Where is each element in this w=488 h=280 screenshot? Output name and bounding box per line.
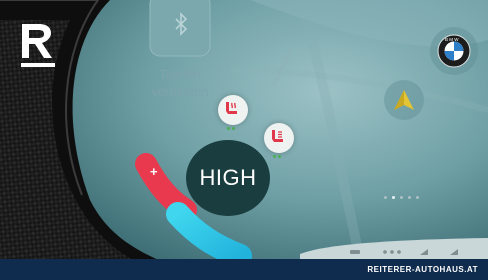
page-indicator	[384, 186, 424, 204]
reiterer-logo: R	[18, 22, 55, 67]
phone-connect-label[interactable]: Telefon verbinden	[140, 66, 220, 100]
navigation-arrow-icon[interactable]	[390, 88, 418, 112]
seat-heating-level-dots	[227, 117, 241, 130]
seat-ventilation-icon	[272, 130, 283, 142]
svg-text:B M W: B M W	[445, 37, 459, 42]
seat-heating-icon	[226, 102, 237, 114]
phone-tile[interactable]	[149, 0, 211, 57]
display-photo: +	[0, 0, 488, 280]
phone-connect-line1: Telefon	[159, 67, 201, 82]
fan-level-button[interactable]: HIGH	[186, 140, 270, 216]
page-dot[interactable]	[400, 196, 403, 199]
photo-frame: + R Telefon verbinden nauerstraße HIGH B…	[0, 0, 488, 280]
page-dot[interactable]	[384, 196, 387, 199]
fan-level-label: HIGH	[199, 165, 257, 190]
temperature-plus-label: +	[150, 164, 158, 179]
seat-heating-button[interactable]	[218, 95, 248, 130]
website-label: REITERER-AUTOHAUS.AT	[367, 265, 478, 274]
seat-ventilation-button[interactable]	[264, 123, 294, 158]
logo-letter: R	[18, 22, 19, 23]
page-dot[interactable]	[416, 196, 419, 199]
phone-connect-line2: verbinden	[151, 84, 209, 99]
page-dot[interactable]	[408, 196, 411, 199]
page-dot-active[interactable]	[392, 196, 395, 199]
bmw-logo-icon: B M W	[437, 34, 471, 68]
seat-ventilation-level-dots	[273, 145, 287, 158]
